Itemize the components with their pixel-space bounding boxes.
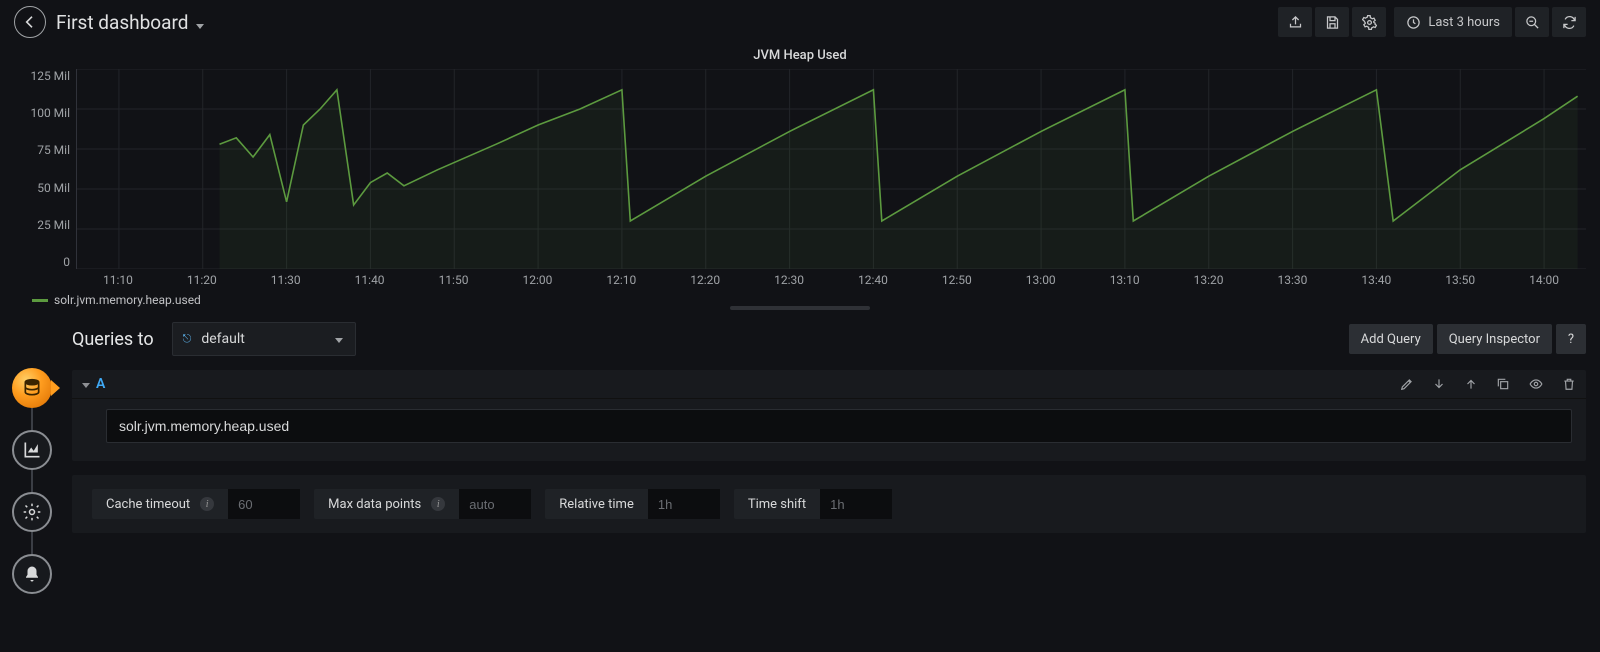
- duplicate-query-icon[interactable]: [1496, 377, 1510, 391]
- tab-alert[interactable]: [12, 554, 52, 594]
- share-icon: [1288, 15, 1303, 30]
- tab-queries[interactable]: [12, 368, 52, 408]
- chart-area-icon: [22, 440, 42, 460]
- time-range-label: Last 3 hours: [1428, 15, 1500, 30]
- edit-query-icon[interactable]: [1400, 377, 1414, 391]
- toggle-visibility-icon[interactable]: [1528, 377, 1544, 391]
- query-row: A: [72, 370, 1586, 461]
- time-range-picker[interactable]: Last 3 hours: [1394, 7, 1512, 37]
- query-inspector-button[interactable]: Query Inspector: [1437, 324, 1552, 354]
- cache-timeout-input[interactable]: [228, 489, 300, 519]
- dashboard-title-dropdown[interactable]: First dashboard: [56, 11, 204, 34]
- relative-time-input[interactable]: [648, 489, 720, 519]
- datasource-icon: ⎋: [183, 332, 192, 346]
- query-options: Cache timeout i Max data points i Relati…: [72, 475, 1586, 533]
- query-letter: A: [96, 376, 105, 392]
- chart-title: JVM Heap Used: [14, 44, 1586, 69]
- info-icon[interactable]: i: [431, 497, 445, 511]
- relative-time-label: Relative time: [545, 497, 648, 512]
- panel-resize-handle[interactable]: [730, 306, 870, 310]
- x-axis: 11:1011:2011:3011:4011:5012:0012:1012:20…: [76, 273, 1586, 287]
- refresh-icon: [1562, 15, 1577, 30]
- tab-general[interactable]: [12, 492, 52, 532]
- gear-cog-icon: [22, 502, 42, 522]
- move-down-icon[interactable]: [1432, 377, 1446, 391]
- add-query-button[interactable]: Add Query: [1349, 324, 1433, 354]
- max-data-points-input[interactable]: [459, 489, 531, 519]
- arrow-left-icon: [22, 14, 38, 30]
- chart-plot-area[interactable]: [76, 69, 1586, 269]
- move-up-icon[interactable]: [1464, 377, 1478, 391]
- collapse-toggle[interactable]: [82, 377, 96, 392]
- save-icon: [1325, 15, 1340, 30]
- share-button[interactable]: [1278, 7, 1312, 37]
- queries-to-label: Queries to: [72, 329, 154, 350]
- query-help-button[interactable]: ?: [1556, 324, 1586, 354]
- chart-legend[interactable]: solr.jvm.memory.heap.used: [32, 293, 1586, 307]
- back-button[interactable]: [14, 6, 46, 38]
- gear-icon: [1362, 15, 1377, 30]
- info-icon[interactable]: i: [200, 497, 214, 511]
- delete-query-icon[interactable]: [1562, 377, 1576, 391]
- query-text-input[interactable]: [106, 409, 1572, 443]
- chevron-down-icon: [194, 11, 204, 34]
- dashboard-title-text: First dashboard: [56, 11, 188, 34]
- tab-visualization[interactable]: [12, 430, 52, 470]
- save-button[interactable]: [1315, 7, 1349, 37]
- y-axis: 125 Mil 100 Mil 75 Mil 50 Mil 25 Mil 0: [14, 69, 76, 269]
- chart-panel: JVM Heap Used 125 Mil 100 Mil 75 Mil 50 …: [14, 44, 1586, 304]
- max-data-points-label: Max data points i: [314, 497, 459, 512]
- zoom-out-button[interactable]: [1515, 7, 1549, 37]
- datasource-picker[interactable]: ⎋ default: [172, 322, 356, 356]
- time-shift-label: Time shift: [734, 497, 820, 512]
- database-icon: [22, 378, 42, 398]
- editor-tab-rail: [12, 368, 52, 594]
- legend-swatch: [32, 299, 48, 302]
- time-shift-input[interactable]: [820, 489, 892, 519]
- bell-icon: [23, 565, 41, 583]
- zoom-out-icon: [1525, 15, 1540, 30]
- refresh-button[interactable]: [1552, 7, 1586, 37]
- clock-icon: [1406, 15, 1421, 30]
- legend-label: solr.jvm.memory.heap.used: [54, 293, 201, 307]
- settings-button[interactable]: [1352, 7, 1386, 37]
- chevron-down-icon: [333, 332, 343, 347]
- datasource-name: default: [201, 331, 245, 347]
- cache-timeout-label: Cache timeout i: [92, 497, 228, 512]
